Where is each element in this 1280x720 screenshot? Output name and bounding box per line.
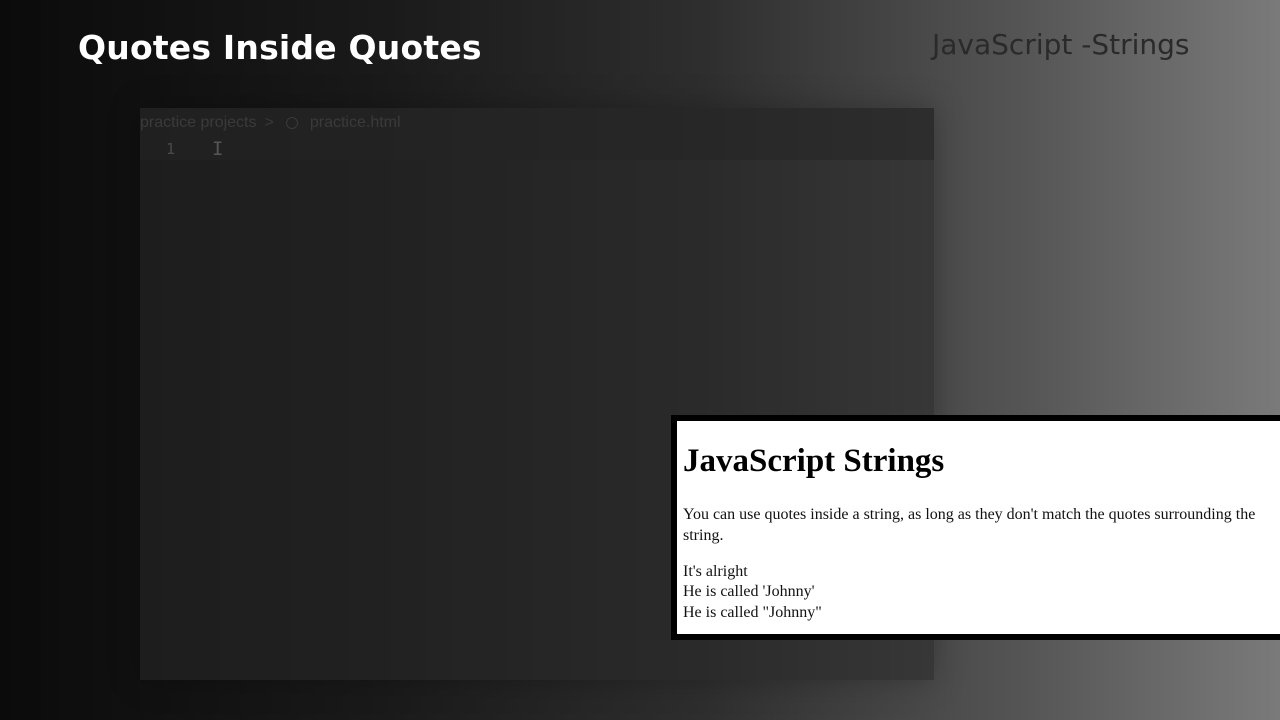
output-paragraph: You can use quotes inside a string, as l… [683,506,1256,544]
text-cursor-icon: I [212,138,224,160]
output-line-2: He is called 'Johnny' [683,583,815,600]
breadcrumb-folder[interactable]: practice projects [140,114,257,132]
breadcrumb: practice projects > practice.html [140,114,401,132]
slide-title: Quotes Inside Quotes [78,28,482,67]
breadcrumb-file[interactable]: practice.html [310,114,401,132]
browser-output-window: JavaScript Strings You can use quotes in… [671,415,1280,640]
html-file-icon [285,117,298,129]
breadcrumb-separator: > [264,114,274,131]
output-heading: JavaScript Strings [683,443,945,479]
line-number: 1 [166,140,176,158]
output-line-3: He is called "Johnny" [683,604,822,621]
topic-label: JavaScript -Strings [932,28,1190,61]
output-line-1: It's alright [683,563,748,580]
